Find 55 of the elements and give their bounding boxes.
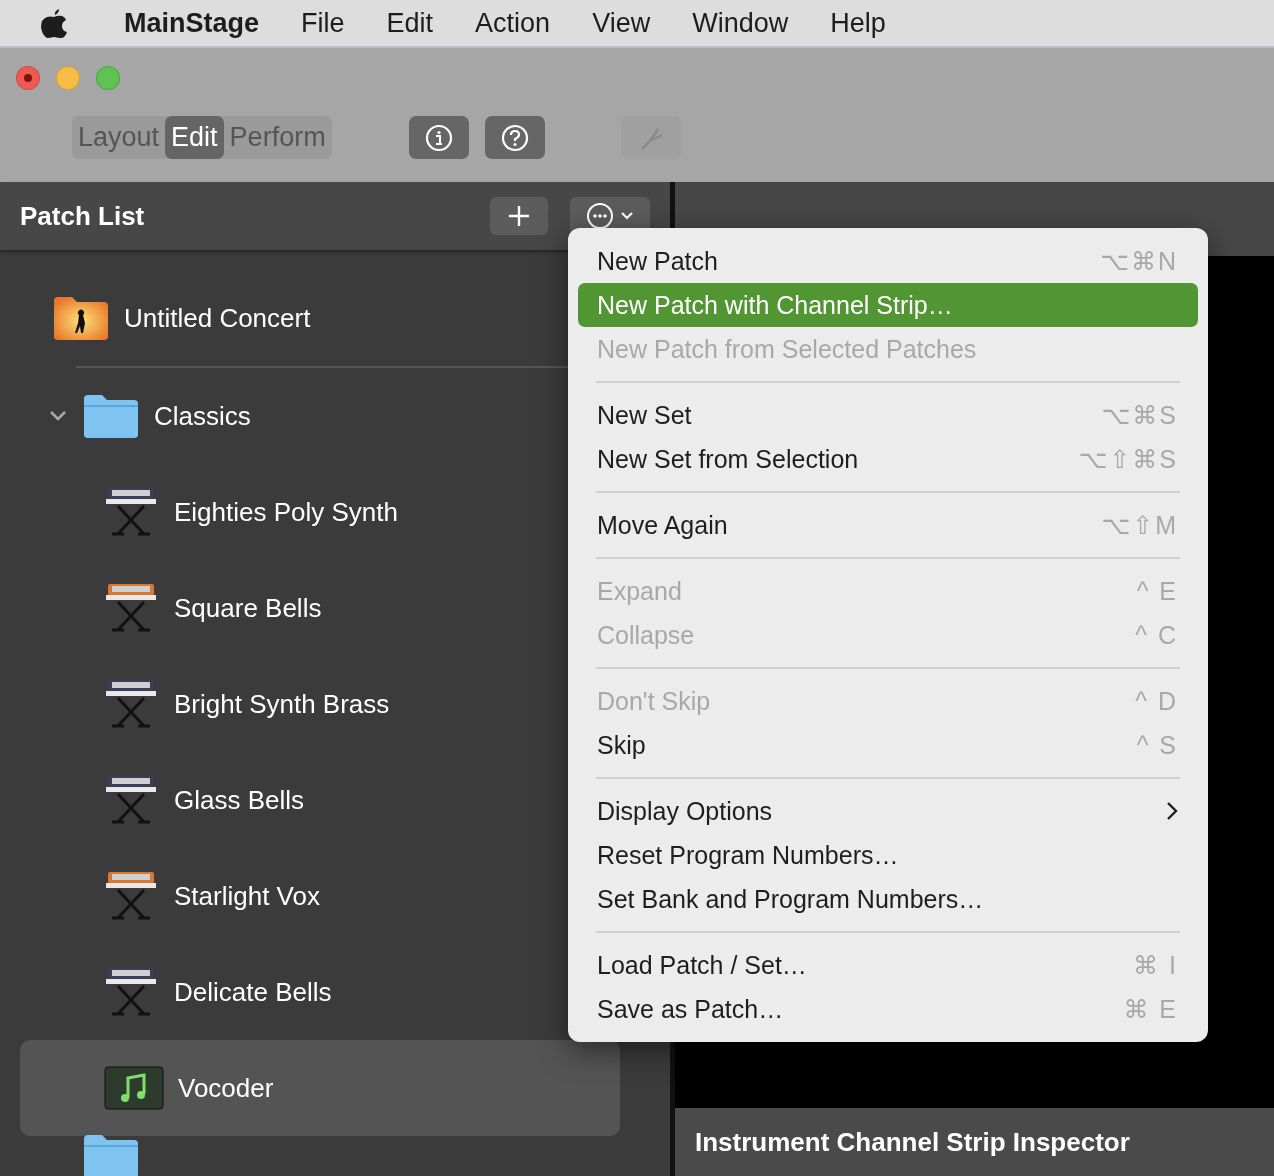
selected-patch-row[interactable]: Vocoder <box>20 1040 620 1136</box>
patch-row[interactable]: Bright Synth Brass <box>20 656 398 752</box>
patch-name: Vocoder <box>178 1072 274 1104</box>
menu-bar-item[interactable]: Window <box>692 7 789 39</box>
patch-row[interactable]: Eighties Poly Synth <box>20 464 406 560</box>
info-icon <box>424 123 453 152</box>
ellipsis-circle-icon <box>586 202 614 230</box>
patch-name: Untitled Concert <box>124 302 311 334</box>
panel-title: Patch List <box>20 200 146 232</box>
plus-icon <box>507 204 531 228</box>
info-button[interactable] <box>408 116 469 159</box>
close-button[interactable] <box>16 66 40 90</box>
menu-item[interactable]: Load Patch / Set… ⌘ I <box>578 943 1198 987</box>
help-button[interactable] <box>484 116 545 159</box>
app-menu[interactable]: MainStage <box>124 7 260 39</box>
menu-item[interactable]: New Patch with Channel Strip… <box>578 283 1198 327</box>
patch-name: Starlight Vox <box>174 880 320 912</box>
menu-item[interactable]: New Set from Selection ⌥⇧⌘S <box>578 437 1198 481</box>
patch-row[interactable]: Square Bells <box>20 560 330 656</box>
menu-bar-item[interactable]: Edit <box>386 7 434 39</box>
inspector-title: Instrument Channel Strip Inspector <box>695 1126 1130 1158</box>
mode-tab[interactable]: Edit <box>165 116 224 159</box>
menu-item[interactable]: Set Bank and Program Numbers… <box>578 877 1198 921</box>
menu-item[interactable]: Save as Patch… ⌘ E <box>578 987 1198 1031</box>
patch-row[interactable]: Glass Bells <box>20 752 313 848</box>
menu-item[interactable]: Display Options <box>578 789 1198 833</box>
music-note-icon <box>104 1066 164 1110</box>
patch-name: Glass Bells <box>174 784 305 816</box>
concert-folder-icon <box>52 295 110 341</box>
chevron-icon[interactable] <box>48 409 68 423</box>
chevron-down-icon <box>620 211 634 221</box>
patch-row[interactable]: Starlight Vox <box>20 848 328 944</box>
patch-name: Square Bells <box>174 592 322 624</box>
patch-row[interactable]: Untitled Concert <box>20 270 319 366</box>
menu-item[interactable]: Reset Program Numbers… <box>578 833 1198 877</box>
menu-bar-item[interactable]: File <box>301 7 345 39</box>
menu-bar-item[interactable]: View <box>592 7 651 39</box>
help-icon <box>500 123 529 152</box>
patch-row[interactable]: Delicate Bells <box>20 944 340 1040</box>
menu-item[interactable]: Skip ^ S <box>578 723 1198 767</box>
apple-logo-icon[interactable] <box>40 7 68 39</box>
patch-name: Bright Synth Brass <box>174 688 390 720</box>
patch-name: Delicate Bells <box>174 976 332 1008</box>
menu-bar-item[interactable]: Help <box>830 7 886 39</box>
menu-bar-item[interactable]: Action <box>475 7 551 39</box>
patch-name: Eighties Poly Synth <box>174 496 398 528</box>
chevron-right-icon <box>1166 801 1178 821</box>
patch-row[interactable]: Classics <box>20 368 259 464</box>
folder-icon <box>82 1133 140 1176</box>
menu-item[interactable]: New Set ⌥⌘S <box>578 393 1198 437</box>
patch-name: Classics <box>154 400 251 432</box>
add-button[interactable] <box>490 197 548 235</box>
folder-icon <box>82 393 140 439</box>
menu-item[interactable]: New Patch ⌥⌘N <box>578 239 1198 283</box>
menu-item[interactable]: Move Again ⌥⇧M <box>578 503 1198 547</box>
